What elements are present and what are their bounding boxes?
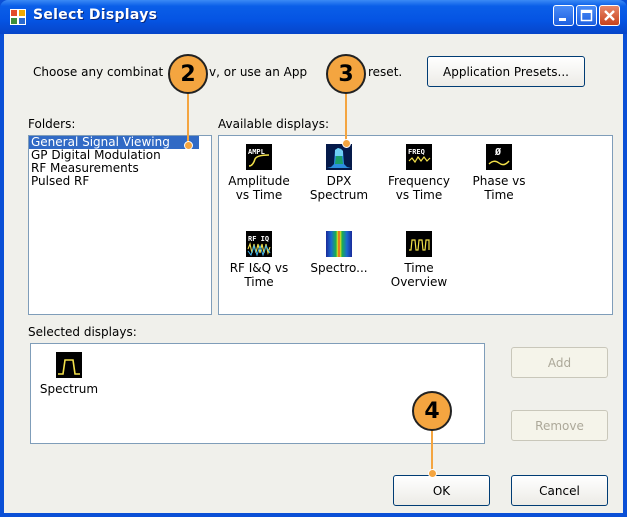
dialog-body: Choose any combinat v, or use an App res… [4, 34, 623, 513]
cancel-button[interactable]: Cancel [511, 475, 608, 506]
add-button[interactable]: Add [511, 347, 608, 378]
folders-label: Folders: [28, 117, 76, 131]
freq-icon: FREQ [406, 144, 432, 170]
select-displays-window: Select Displays Choose any combinat v, o… [0, 0, 627, 517]
app-icon [10, 9, 26, 25]
display-item-frequency-vs-time[interactable]: FREQ Frequency vs Time [385, 144, 453, 202]
instruction-text-part2: v, or use an App [209, 65, 308, 79]
selected-displays-label: Selected displays: [28, 325, 137, 339]
selected-displays-list[interactable]: Spectrum [30, 343, 485, 444]
maximize-button[interactable] [576, 5, 597, 26]
time-overview-icon [406, 231, 432, 257]
selected-item-spectrum[interactable]: Spectrum [35, 352, 103, 396]
callout-4-dot [428, 469, 437, 478]
display-item-dpx-spectrum[interactable]: DPX Spectrum [305, 144, 373, 202]
display-item-phase-vs-time[interactable]: Ø Phase vs Time [465, 144, 533, 202]
close-icon [604, 10, 615, 21]
callout-2: 2 [168, 54, 208, 94]
phase-icon: Ø [486, 144, 512, 170]
spectrogram-icon [326, 231, 352, 257]
available-displays-label: Available displays: [218, 117, 330, 131]
ampl-icon: AMPL [246, 144, 272, 170]
maximize-icon [580, 9, 593, 22]
ok-button[interactable]: OK [393, 475, 490, 506]
spectrum-icon [56, 352, 82, 378]
application-presets-button[interactable]: Application Presets... [427, 56, 585, 87]
instruction-text-part3: reset. [368, 65, 403, 79]
minimize-icon [559, 18, 566, 21]
window-title: Select Displays [33, 7, 158, 23]
available-displays-list[interactable]: AMPL Amplitude vs Time DPX Spectrum FREQ… [218, 135, 613, 315]
display-item-spectrogram[interactable]: Spectro... [305, 231, 373, 275]
display-item-time-overview[interactable]: Time Overview [385, 231, 453, 289]
minimize-button[interactable] [553, 5, 574, 26]
folder-item-pulsed-rf[interactable]: Pulsed RF [29, 175, 211, 188]
callout-3: 3 [326, 54, 366, 94]
callout-2-dot [184, 141, 193, 150]
remove-button[interactable]: Remove [511, 410, 608, 441]
close-button[interactable] [599, 5, 620, 26]
folders-list[interactable]: General Signal Viewing GP Digital Modula… [28, 135, 212, 315]
rfiq-icon: RF IQ [246, 231, 272, 257]
display-item-amplitude-vs-time[interactable]: AMPL Amplitude vs Time [225, 144, 293, 202]
dpx-icon [326, 144, 352, 170]
instruction-text-part1: Choose any combinat [33, 65, 164, 79]
callout-3-dot [342, 139, 351, 148]
callout-4: 4 [412, 391, 452, 431]
title-bar[interactable]: Select Displays [0, 0, 627, 34]
display-item-rf-iq-vs-time[interactable]: RF IQ RF I&Q vs Time [225, 231, 293, 289]
